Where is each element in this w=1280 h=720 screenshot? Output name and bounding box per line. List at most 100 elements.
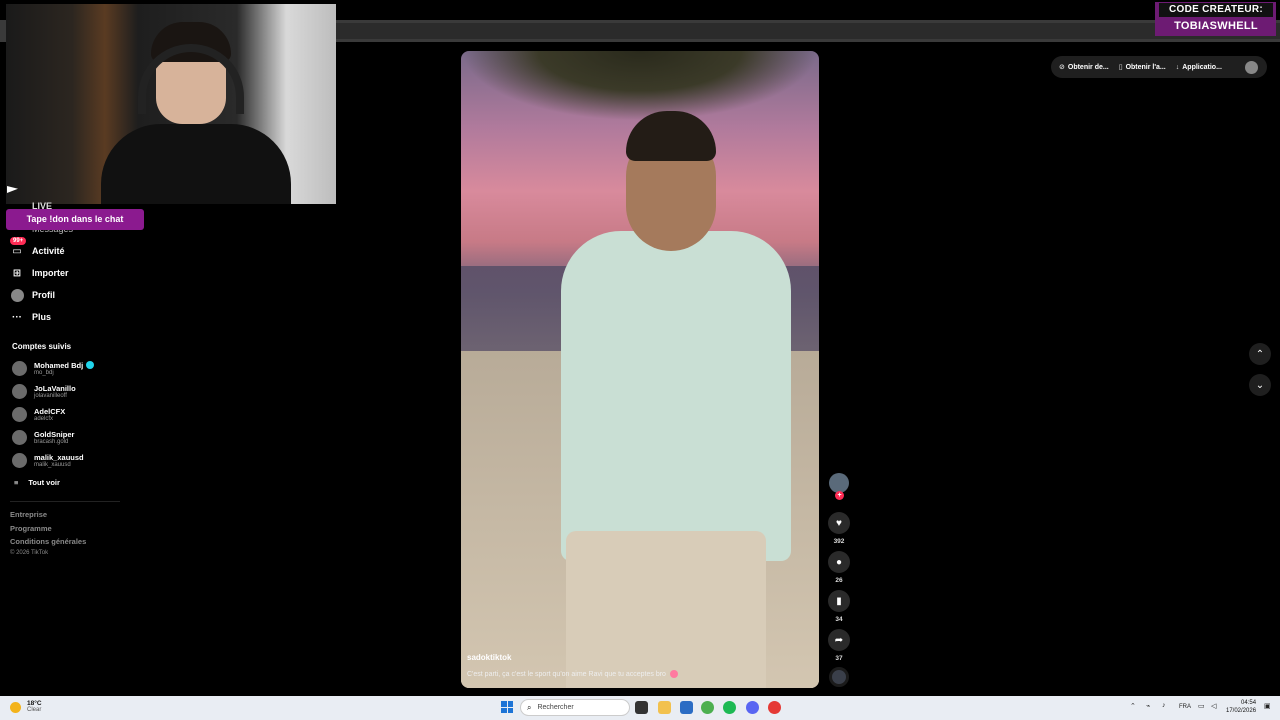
account-handle: jolavanilleoff [34,392,67,399]
weather-widget[interactable]: 18°C Clear [10,700,42,714]
search-icon: ⌕ [527,702,532,712]
avatar [12,383,27,399]
account-name: AdelCFX [34,406,66,416]
account-handle: mo_bdj [34,369,54,376]
avatar [12,452,27,468]
streamer-body [101,124,291,204]
taskbar-search[interactable]: ⌕ Rechercher [520,699,630,716]
nav-item-upload[interactable]: ⊞ Importer [10,263,69,283]
followed-account[interactable]: JoLaVanillo jolavanilleoff [12,380,76,402]
share-button[interactable]: ➦ [828,629,850,651]
creator-code-name: TOBIASWHELL [1174,20,1258,32]
get-coins-label: Obtenir de... [1067,63,1109,71]
creator-avatar[interactable] [829,473,849,493]
temperature: 18°C [27,700,42,707]
clock-date: 17/02/2026 [1226,708,1257,714]
save-button[interactable]: ▮ [828,590,850,612]
comment-action: ● 26 [826,551,852,584]
see-all-label: Tout voir [28,478,60,487]
coin-icon: ⊘ [1059,64,1065,71]
emoji-icon [669,670,678,678]
nav-item-more[interactable]: ··· Plus [10,307,51,327]
account-handle: malik_xauusd [34,461,71,468]
share-action: ➦ 37 [826,629,852,662]
microphone-icon[interactable]: ♪ [1162,702,1166,709]
sun-icon [10,701,21,713]
app-icon[interactable] [768,701,781,714]
video-tree [461,51,819,121]
notification-icon[interactable]: ▣ [1264,702,1271,710]
application-label: Applicatio... [1182,63,1222,71]
video-person-shirt [561,231,791,561]
nav-more-label: Plus [32,312,52,322]
followed-account[interactable]: Mohamed Bdj mo_bdj [12,357,95,379]
file-explorer-icon[interactable] [658,701,671,714]
video-person-shorts [566,531,766,688]
chevron-up-icon: ⌃ [1255,348,1265,360]
verified-icon [86,361,95,369]
see-all-link[interactable]: ≡ Tout voir [14,478,60,487]
following-heading: Comptes suivis [12,342,72,351]
chrome-icon[interactable] [701,701,714,714]
creator-code-overlay: CODE CREATEUR: TOBIASWHELL [1155,2,1276,36]
get-app-button[interactable]: ▯ Obtenir l'a... [1118,63,1166,72]
creator-code-title: CODE CREATEUR: [1159,3,1273,17]
footer-link-terms[interactable]: Conditions générales [10,537,86,546]
caption-text: C'est parti, ça c'est le sport qu'on aim… [467,670,666,678]
mail-icon[interactable] [680,701,693,714]
task-view-icon[interactable] [635,701,648,714]
account-name: GoldSniper [34,429,75,439]
like-action: ♥ 392 [826,512,852,545]
user-avatar[interactable] [1245,61,1258,74]
footer-link-company[interactable]: Entreprise [10,510,47,519]
get-coins-button[interactable]: ⊘ Obtenir de... [1059,63,1109,72]
comment-button[interactable]: ● [828,551,850,573]
music-disc-icon[interactable] [829,667,849,687]
application-button[interactable]: ↓ Applicatio... [1176,64,1222,71]
footer-link-program[interactable]: Programme [10,524,52,533]
avatar [12,429,27,445]
download-icon: ↓ [1175,63,1180,71]
network-icon[interactable]: ⌁ [1146,702,1150,710]
followed-account[interactable]: malik_xauusd malik_xauusd [12,449,84,471]
followed-account[interactable]: AdelCFX adelcfx [12,403,65,425]
nav-item-activity[interactable]: ▭ 99+ Activité [10,237,65,261]
share-icon: ➦ [834,634,844,646]
webcam-overlay [6,4,336,204]
address-bar[interactable] [336,23,1280,39]
account-name: Mohamed Bdj [34,360,84,370]
discord-icon[interactable] [746,701,759,714]
nav-activity-label: Activité [32,246,65,256]
comment-icon: ● [835,556,843,568]
clock-time: 04:54 [1241,700,1257,706]
chevron-down-icon: ⌄ [1255,379,1265,391]
header-actions: ⊘ Obtenir de... ▯ Obtenir l'a... ↓ Applicat… [1051,56,1267,78]
share-count: 37 [835,655,843,662]
video-player[interactable] [461,51,819,688]
spotify-icon[interactable] [723,701,736,714]
comment-count: 26 [835,577,843,584]
system-clock[interactable]: 04:54 17/02/2026 [1226,699,1256,715]
volume-icon[interactable]: ◁ [1211,702,1216,710]
display-icon[interactable]: ▭ [1198,702,1205,710]
like-button[interactable]: ♥ [828,512,850,534]
video-author[interactable]: sadoktiktok [467,653,511,662]
nav-item-profile[interactable]: Profil [10,285,55,305]
get-app-label: Obtenir l'a... [1125,63,1166,71]
previous-video-button[interactable]: ⌃ [1249,343,1271,365]
heart-icon: ♥ [836,517,842,529]
profile-avatar [10,288,24,302]
save-action: ▮ 34 [826,590,852,623]
sidebar-divider [10,501,120,502]
language-indicator[interactable]: FRA [1179,704,1191,710]
account-handle: bracash.gold [34,438,69,445]
phone-icon: ▯ [1118,64,1123,71]
list-icon: ≡ [14,478,19,487]
search-placeholder: Rechercher [537,704,574,711]
follow-plus-icon[interactable]: + [835,491,844,500]
account-name: JoLaVanillo [34,383,76,393]
tray-chevron-icon[interactable]: ⌃ [1130,702,1136,710]
start-button[interactable] [501,701,513,713]
next-video-button[interactable]: ⌄ [1249,374,1271,396]
followed-account[interactable]: GoldSniper bracash.gold [12,426,74,448]
